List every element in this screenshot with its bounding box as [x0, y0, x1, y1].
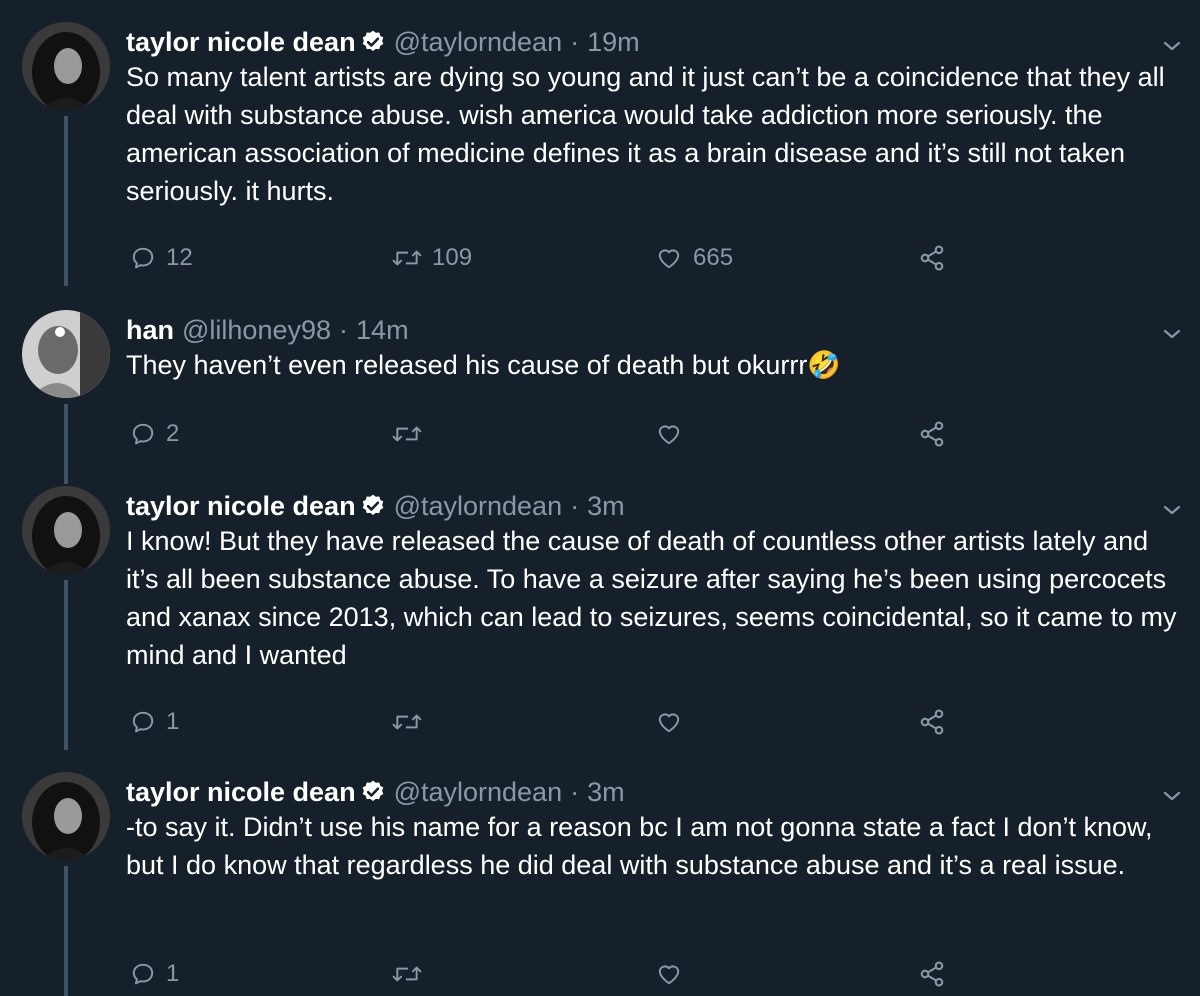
reply-count: 12	[166, 244, 193, 271]
reply-button[interactable]: 2	[130, 414, 179, 454]
display-name[interactable]: taylor nicole dean	[126, 22, 356, 62]
display-name[interactable]: taylor nicole dean	[126, 772, 356, 812]
tweet-header: taylor nicole dean @taylorndean · 19m	[126, 22, 640, 62]
handle[interactable]: @taylorndean	[394, 486, 563, 526]
display-name[interactable]: han	[126, 310, 174, 350]
like-button[interactable]	[655, 954, 683, 994]
retweet-icon	[392, 966, 422, 982]
like-count: 665	[693, 244, 734, 271]
share-icon	[920, 961, 944, 987]
profile-photo	[22, 486, 110, 574]
share-button[interactable]	[918, 954, 946, 994]
retweet-icon	[392, 250, 422, 266]
reply-icon	[132, 247, 154, 269]
share-button[interactable]	[918, 414, 946, 454]
like-button[interactable]	[655, 702, 683, 742]
timestamp[interactable]: 3m	[587, 486, 625, 526]
profile-photo	[22, 310, 110, 398]
tweet-text: -to say it. Didn’t use his name for a re…	[126, 812, 1153, 880]
avatar[interactable]	[22, 22, 110, 110]
chevron-down-icon[interactable]	[1160, 34, 1184, 58]
share-icon	[920, 245, 944, 271]
avatar[interactable]	[22, 310, 110, 398]
reply-count: 2	[166, 420, 180, 447]
share-icon	[920, 709, 944, 735]
profile-photo	[22, 772, 110, 860]
reply-icon	[132, 711, 154, 733]
share-icon	[920, 421, 944, 447]
like-button[interactable]: 665	[655, 238, 733, 278]
handle[interactable]: @lilhoney98	[182, 310, 331, 350]
share-button[interactable]	[918, 702, 946, 742]
like-icon	[658, 425, 680, 445]
separator: ·	[570, 491, 580, 521]
reply-count: 1	[166, 960, 180, 987]
chevron-down-icon[interactable]	[1160, 784, 1184, 808]
timestamp[interactable]: 3m	[587, 772, 625, 812]
reply-button[interactable]: 12	[130, 238, 193, 278]
retweet-button[interactable]	[392, 954, 422, 994]
reply-count: 1	[166, 708, 180, 735]
verified-badge-icon	[362, 780, 383, 801]
timestamp[interactable]: 14m	[356, 310, 409, 350]
action-bar: 1	[0, 954, 1200, 994]
tweet-header: han @lilhoney98 · 14m	[126, 310, 409, 350]
reply-icon	[132, 423, 154, 445]
separator: ·	[339, 315, 349, 345]
tweet-header: taylor nicole dean @taylorndean · 3m	[126, 486, 625, 526]
reply-button[interactable]: 1	[130, 954, 179, 994]
reply-icon	[132, 963, 154, 985]
display-name[interactable]: taylor nicole dean	[126, 486, 356, 526]
verified-badge-icon	[362, 494, 383, 515]
like-button[interactable]	[655, 414, 683, 454]
chevron-down-icon[interactable]	[1160, 322, 1184, 346]
action-bar: 2	[0, 414, 1200, 454]
retweet-count: 109	[432, 244, 473, 271]
retweet-button[interactable]	[392, 702, 422, 742]
separator: ·	[570, 777, 580, 807]
tweet-text: So many talent artists are dying so youn…	[126, 62, 1165, 206]
separator: ·	[570, 27, 580, 57]
tweet-header: taylor nicole dean @taylorndean · 3m	[126, 772, 625, 812]
action-bar: 12 109 665	[0, 238, 1200, 278]
action-bar: 1	[0, 702, 1200, 742]
retweet-icon	[392, 714, 422, 730]
retweet-button[interactable]: 109	[392, 238, 472, 278]
reply-button[interactable]: 1	[130, 702, 179, 742]
chevron-down-icon[interactable]	[1160, 498, 1184, 522]
like-icon	[658, 249, 680, 269]
tweet-text: They haven’t even released his cause of …	[126, 350, 842, 380]
avatar[interactable]	[22, 772, 110, 860]
avatar[interactable]	[22, 486, 110, 574]
retweet-icon	[392, 426, 422, 442]
like-icon	[658, 965, 680, 985]
handle[interactable]: @taylorndean	[394, 772, 563, 812]
profile-photo	[22, 22, 110, 110]
retweet-button[interactable]	[392, 414, 422, 454]
verified-badge-icon	[362, 30, 383, 51]
like-icon	[658, 713, 680, 733]
timestamp[interactable]: 19m	[587, 22, 640, 62]
tweet-text: I know! But they have released the cause…	[126, 526, 1177, 670]
handle[interactable]: @taylorndean	[394, 22, 563, 62]
share-button[interactable]	[918, 238, 946, 278]
